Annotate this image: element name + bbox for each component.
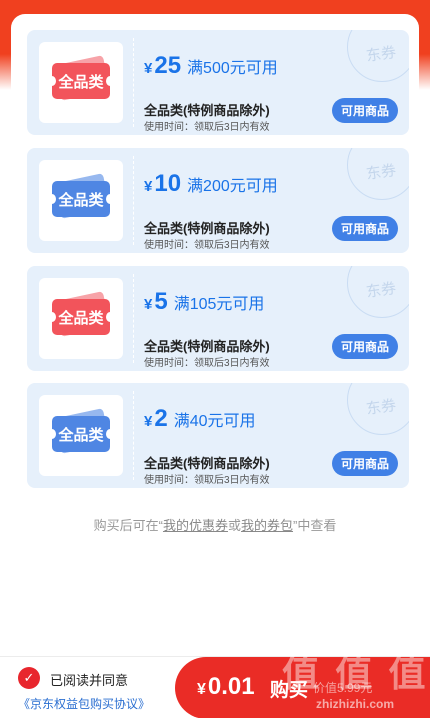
stamp-seal: 东券 — [347, 148, 409, 200]
coupon-validity: 使用时间：领取后3日内有效 — [144, 122, 270, 133]
currency-symbol: ¥ — [144, 60, 153, 77]
discount-value: 25 — [154, 52, 182, 79]
coupon-badge: 全品类 — [48, 181, 114, 217]
agree-label: 已阅读并同意 — [50, 673, 129, 688]
note-suffix: ”中查看 — [293, 518, 337, 533]
note-prefix: 购买后可在“ — [93, 518, 163, 533]
stamp-seal: 东券 — [347, 266, 409, 318]
checkmark-icon[interactable]: ✓ — [18, 667, 40, 689]
coupon-amount: ¥5 满105元可用 — [144, 288, 264, 316]
currency-symbol: ¥ — [144, 178, 153, 195]
coupon-scope: 全品类(特例商品除外) — [144, 221, 270, 236]
available-products-button[interactable]: 可用商品 — [332, 451, 398, 476]
coupon-thumbnail: 全品类 — [39, 42, 123, 123]
coupon-scope: 全品类(特例商品除外) — [144, 339, 270, 354]
stamp-seal: 东券 — [347, 30, 409, 82]
watermark-url: zhizhizhi.com — [316, 697, 394, 711]
buy-price-value: 0.01 — [207, 673, 255, 700]
dashed-divider — [133, 38, 134, 127]
available-products-button[interactable]: 可用商品 — [332, 216, 398, 241]
coupon-scope: 全品类(特例商品除外) — [144, 456, 270, 471]
currency-symbol: ¥ — [144, 413, 153, 430]
discount-value: 10 — [154, 170, 182, 197]
coupon-thumbnail: 全品类 — [39, 395, 123, 476]
my-coupons-link[interactable]: 我的优惠券 — [163, 518, 228, 533]
dashed-divider — [133, 274, 134, 363]
stamp-text: 东券 — [365, 279, 398, 301]
usage-condition: 满105元可用 — [173, 296, 265, 313]
coupon-card-1: 全品类 ¥25 满500元可用 全品类(特例商品除外) 使用时间：领取后3日内有效… — [27, 30, 409, 135]
usage-condition: 满40元可用 — [173, 413, 256, 430]
available-products-button[interactable]: 可用商品 — [332, 334, 398, 359]
coupon-thumbnail: 全品类 — [39, 278, 123, 359]
coupon-card-2: 全品类 ¥10 满200元可用 全品类(特例商品除外) 使用时间：领取后3日内有效… — [27, 148, 409, 253]
buy-currency: ¥ — [197, 681, 206, 698]
purchase-agreement-link[interactable]: 《京东权益包购买协议》 — [18, 695, 150, 712]
stamp-text: 东券 — [365, 43, 398, 65]
dashed-divider — [133, 391, 134, 480]
discount-value: 5 — [154, 288, 168, 315]
stamp-text: 东券 — [365, 396, 398, 418]
buy-price: ¥0.01 — [197, 673, 255, 701]
coupon-amount: ¥2 满40元可用 — [144, 405, 256, 433]
coupon-amount: ¥25 满500元可用 — [144, 52, 278, 80]
stamp-text: 东券 — [365, 161, 398, 183]
coupon-card-3: 全品类 ¥5 满105元可用 全品类(特例商品除外) 使用时间：领取后3日内有效 … — [27, 266, 409, 371]
coupon-validity: 使用时间：领取后3日内有效 — [144, 240, 270, 251]
coupon-validity: 使用时间：领取后3日内有效 — [144, 475, 270, 486]
site-watermark: 值 值 值 — [282, 653, 429, 694]
coupon-badge: 全品类 — [48, 299, 114, 335]
coupon-validity: 使用时间：领取后3日内有效 — [144, 358, 270, 369]
view-location-note: 购买后可在“我的优惠券或我的券包”中查看 — [0, 515, 430, 534]
coupon-badge: 全品类 — [48, 416, 114, 452]
dashed-divider — [133, 156, 134, 245]
stamp-seal: 东券 — [347, 383, 409, 435]
usage-condition: 满500元可用 — [187, 60, 278, 77]
usage-condition: 满200元可用 — [187, 178, 278, 195]
currency-symbol: ¥ — [144, 296, 153, 313]
coupon-scope: 全品类(特例商品除外) — [144, 103, 270, 118]
coupon-card-4: 全品类 ¥2 满40元可用 全品类(特例商品除外) 使用时间：领取后3日内有效 可… — [27, 383, 409, 488]
coupon-badge: 全品类 — [48, 63, 114, 99]
coupon-amount: ¥10 满200元可用 — [144, 170, 278, 198]
available-products-button[interactable]: 可用商品 — [332, 98, 398, 123]
note-middle: 或 — [227, 518, 241, 533]
coupon-thumbnail: 全品类 — [39, 160, 123, 241]
my-coupon-wallet-link[interactable]: 我的券包 — [241, 518, 293, 533]
discount-value: 2 — [154, 405, 168, 432]
